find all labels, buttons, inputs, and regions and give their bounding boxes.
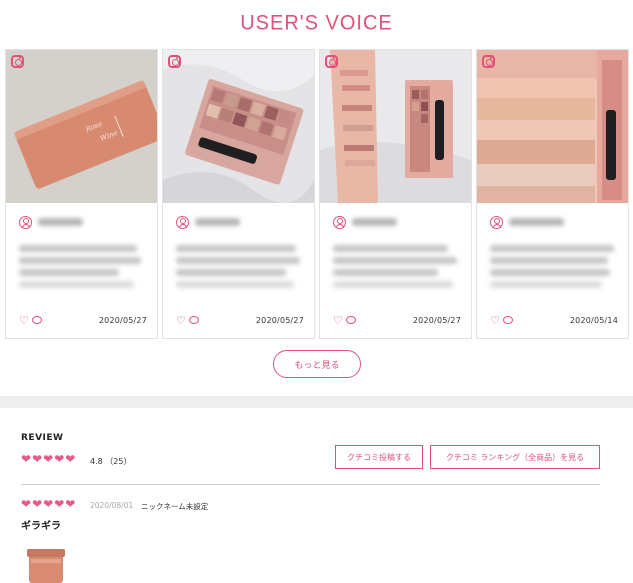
rating-score: 4.8 （25） [90, 457, 132, 466]
username-blurred [38, 218, 83, 226]
heart-star-icon: ❤ [54, 452, 65, 466]
post-date: 2020/05/14 [569, 315, 618, 325]
rating-stars: ❤ ❤ ❤ ❤ ❤ [21, 453, 75, 465]
heart-star-icon: ❤ [65, 497, 76, 511]
review-title: ギラギラ [21, 521, 61, 532]
like-icon[interactable]: ♡ [490, 315, 500, 326]
voice-card[interactable]: ♡ 2020/05/14 [476, 49, 629, 339]
user-voice-cards: Rose Wine ♡ 2020/05/27 ♡ 2020/05/27 ♡ 20… [5, 49, 630, 339]
comment-icon[interactable] [502, 316, 513, 324]
username-blurred [509, 218, 564, 226]
review-text-blurred [176, 245, 301, 293]
card-photo[interactable] [320, 50, 471, 203]
heart-star-icon: ❤ [43, 497, 54, 511]
card-photo[interactable] [477, 50, 628, 203]
like-icon[interactable]: ♡ [333, 315, 343, 326]
section-divider-band [0, 396, 633, 408]
review-item-stars: ❤ ❤ ❤ ❤ ❤ [21, 498, 75, 510]
review-text-blurred [333, 245, 458, 293]
review-date: 2020/08/01 [90, 501, 134, 510]
heart-star-icon: ❤ [54, 497, 65, 511]
voice-card[interactable]: ♡ 2020/05/27 [162, 49, 315, 339]
post-date: 2020/05/27 [255, 315, 304, 325]
review-text-blurred [490, 245, 615, 293]
like-icon[interactable]: ♡ [176, 315, 186, 326]
instagram-icon [482, 55, 495, 68]
user-icon [19, 215, 32, 229]
instagram-icon [11, 55, 24, 68]
heart-star-icon: ❤ [21, 497, 32, 511]
like-icon[interactable]: ♡ [19, 315, 29, 326]
section-title: USER'S VOICE [240, 11, 393, 35]
post-date: 2020/05/27 [98, 315, 147, 325]
review-text-blurred [19, 245, 144, 293]
review-heading: REVIEW [21, 433, 64, 443]
heart-star-icon: ❤ [32, 497, 43, 511]
heart-star-icon: ❤ [65, 452, 76, 466]
card-photo[interactable]: Rose Wine [6, 50, 157, 203]
username-blurred [195, 218, 240, 226]
user-icon [176, 215, 189, 229]
comment-icon[interactable] [31, 316, 42, 324]
voice-card[interactable]: Rose Wine ♡ 2020/05/27 [5, 49, 158, 339]
username-blurred [352, 218, 397, 226]
comment-icon[interactable] [345, 316, 356, 324]
voice-card[interactable]: ♡ 2020/05/27 [319, 49, 472, 339]
review-nickname: ニックネーム未設定 [141, 502, 209, 511]
comment-icon[interactable] [188, 316, 199, 324]
review-product-image[interactable] [21, 543, 71, 583]
user-icon [333, 215, 346, 229]
post-date: 2020/05/27 [412, 315, 461, 325]
heart-star-icon: ❤ [43, 452, 54, 466]
user-icon [490, 215, 503, 229]
post-review-button[interactable]: クチコミ投稿する [335, 445, 423, 469]
review-ranking-button[interactable]: クチコミ ランキング（全商品）を見る [430, 445, 600, 469]
instagram-icon [325, 55, 338, 68]
card-photo[interactable] [163, 50, 314, 203]
instagram-icon [168, 55, 181, 68]
heart-star-icon: ❤ [21, 452, 32, 466]
divider [21, 484, 600, 485]
more-button[interactable]: もっと見る [273, 350, 361, 378]
heart-star-icon: ❤ [32, 452, 43, 466]
